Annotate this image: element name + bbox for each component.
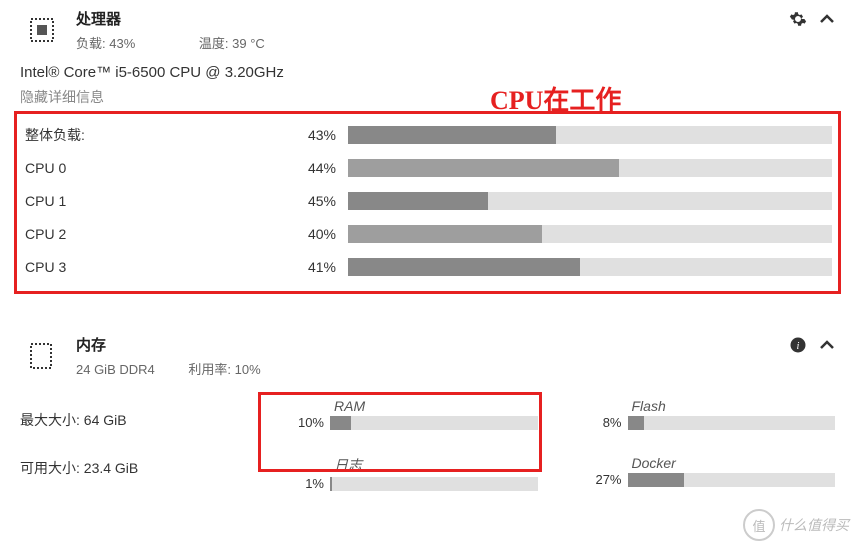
- collapse-icon[interactable]: [819, 11, 835, 32]
- memory-icon: [20, 334, 64, 378]
- metric-row: 整体负载:43%: [23, 118, 832, 151]
- mem-item-value: 27%: [578, 472, 628, 487]
- cpu-model: Intel® Core™ i5-6500 CPU @ 3.20GHz: [20, 64, 835, 81]
- watermark: 值 什么值得买: [743, 509, 849, 541]
- metric-row: CPU 044%: [23, 151, 832, 184]
- mem-subtitle: 24 GiB DDR4 利用率: 10%: [76, 359, 321, 378]
- mem-item-label: Flash: [578, 398, 836, 414]
- metric-label: CPU 1: [23, 193, 288, 209]
- cpu-icon: [20, 8, 64, 52]
- metric-label: CPU 2: [23, 226, 288, 242]
- metric-label: 整体负载:: [23, 125, 288, 145]
- mem-item-label: 日志: [280, 455, 538, 475]
- mem-header: 内存 24 GiB DDR4 利用率: 10% i: [0, 326, 855, 382]
- mem-item: Docker27%: [578, 455, 836, 506]
- mem-item-value: 10%: [280, 415, 330, 430]
- mem-item: 日志1%: [280, 455, 538, 506]
- metric-row: CPU 145%: [23, 184, 832, 217]
- metric-bar: [348, 159, 832, 177]
- annotation-cpu: CPU在工作: [490, 80, 621, 117]
- cpu-metrics-table: 整体负载:43%CPU 044%CPU 145%CPU 240%CPU 341%: [14, 111, 841, 294]
- metric-bar: [348, 225, 832, 243]
- mem-details: 最大大小: 64 GiB 可用大小: 23.4 GiB RAM10% Flash8…: [0, 382, 855, 506]
- svg-text:i: i: [797, 341, 800, 352]
- mem-item-label: Docker: [578, 455, 836, 471]
- mem-item-bar: [628, 473, 836, 487]
- info-icon[interactable]: i: [789, 336, 807, 359]
- mem-item: RAM10%: [280, 398, 538, 445]
- metric-value: 43%: [288, 127, 348, 143]
- metric-row: CPU 240%: [23, 217, 832, 250]
- mem-item-label: RAM: [280, 398, 538, 414]
- cpu-model-block: Intel® Core™ i5-6500 CPU @ 3.20GHz 隐藏详细信…: [0, 56, 855, 107]
- metric-bar: [348, 192, 832, 210]
- mem-item-bar: [330, 416, 538, 430]
- mem-item-bar: [330, 477, 538, 491]
- mem-max: 最大大小: 64 GiB: [20, 410, 260, 430]
- cpu-title: 处理器: [76, 8, 325, 29]
- mem-item-bar: [628, 416, 836, 430]
- mem-item: Flash8%: [578, 398, 836, 445]
- gear-icon[interactable]: [789, 10, 807, 33]
- mem-item-value: 1%: [280, 476, 330, 491]
- metric-value: 41%: [288, 259, 348, 275]
- metric-value: 44%: [288, 160, 348, 176]
- collapse-icon[interactable]: [819, 337, 835, 358]
- cpu-header: 处理器 负载: 43% 温度: 39 °C: [0, 0, 855, 56]
- metric-bar: [348, 258, 832, 276]
- mem-avail: 可用大小: 23.4 GiB: [20, 458, 260, 478]
- metric-bar: [348, 126, 832, 144]
- metric-value: 45%: [288, 193, 348, 209]
- metric-value: 40%: [288, 226, 348, 242]
- mem-title: 内存: [76, 334, 321, 355]
- metric-label: CPU 3: [23, 259, 288, 275]
- metric-row: CPU 341%: [23, 250, 832, 283]
- mem-item-value: 8%: [578, 415, 628, 430]
- hide-details-link[interactable]: 隐藏详细信息: [20, 87, 835, 107]
- mem-panel: 内存 24 GiB DDR4 利用率: 10% i 使用内存增加 最大大小: 6…: [0, 326, 855, 506]
- cpu-subtitle: 负载: 43% 温度: 39 °C: [76, 33, 325, 52]
- metric-label: CPU 0: [23, 160, 288, 176]
- cpu-panel: 处理器 负载: 43% 温度: 39 °C Intel® Core™ i5-65…: [0, 0, 855, 294]
